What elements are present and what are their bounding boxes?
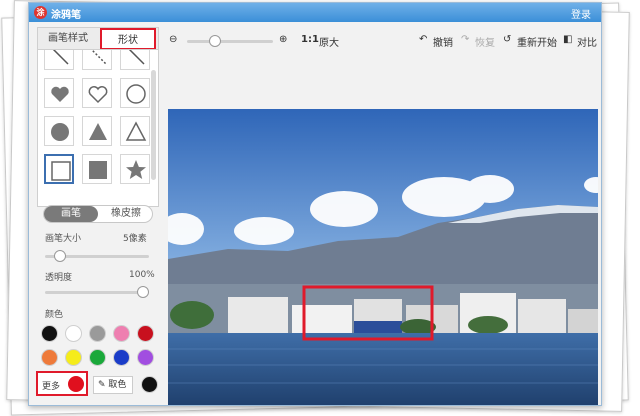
toolbar: ⊖ ⊕ 1:1 原大 ↶ 撤销 ↷ 恢复 ↺ 重新开始 ◧ 对比 [161, 22, 601, 64]
diagonal-line-icon [128, 50, 145, 65]
color-swatch[interactable] [65, 349, 82, 366]
redo-icon[interactable]: ↷ [461, 34, 469, 45]
color-label: 颜色 [45, 310, 64, 320]
color-swatch[interactable] [41, 325, 58, 342]
opacity-value: 100% [129, 270, 155, 280]
tab-shape[interactable]: 形状 [100, 28, 156, 50]
more-colors-button[interactable]: 更多 [36, 371, 88, 396]
titlebar: 涂 涂鸦笔 登录 [29, 3, 601, 22]
shape-panel [37, 49, 159, 207]
dashed-line-icon [90, 50, 107, 65]
opacity-slider-knob[interactable] [137, 286, 149, 298]
square-outline-shape-button[interactable] [44, 154, 74, 184]
eraser-mode-button[interactable]: 橡皮擦 [100, 206, 152, 222]
color-swatch[interactable] [113, 349, 130, 366]
login-link[interactable]: 登录 [571, 6, 591, 21]
restart-icon[interactable]: ↺ [503, 34, 511, 45]
opacity-label: 透明度 [45, 273, 73, 283]
color-swatch[interactable] [113, 325, 130, 342]
triangle-outline-icon [125, 121, 147, 141]
triangle-filled-icon [89, 123, 107, 140]
lake-village-photo [168, 109, 598, 405]
heart-filled-icon [51, 86, 69, 102]
circle-filled-icon [51, 123, 69, 141]
compare-button[interactable]: 对比 [577, 34, 597, 49]
brush-mode-button[interactable]: 画笔 [44, 206, 98, 222]
color-swatch[interactable] [89, 325, 106, 342]
zoom-in-icon[interactable]: ⊕ [279, 34, 287, 45]
color-picker-label: 取色 [108, 380, 127, 390]
square-filled-icon [89, 161, 107, 179]
square-outline-icon [51, 161, 71, 181]
square-filled-shape-button[interactable] [82, 154, 112, 184]
ratio-button[interactable]: 1:1 [301, 34, 319, 45]
color-swatch[interactable] [89, 349, 106, 366]
zoom-out-icon[interactable]: ⊖ [169, 34, 177, 45]
more-colors-label: 更多 [42, 382, 61, 392]
triangle-outline-shape-button[interactable] [120, 116, 150, 146]
eyedropper-icon: ✎ [98, 380, 106, 390]
mode-toggle: 画笔 橡皮擦 [43, 205, 153, 223]
app-window: 涂 涂鸦笔 登录 画笔样式 形状 画笔 橡皮擦 画笔大小 5像素 透明度 100… [28, 2, 602, 406]
brush-size-slider[interactable] [45, 250, 149, 262]
diagonal-line-shape-button[interactable] [120, 50, 150, 70]
color-picker-button[interactable]: ✎ 取色 [93, 376, 133, 394]
brush-size-slider-knob[interactable] [54, 250, 67, 262]
brush-size-label: 画笔大小 [45, 234, 82, 244]
app-logo-icon: 涂 [34, 6, 47, 19]
heart-outline-shape-button[interactable] [82, 78, 112, 108]
circle-filled-shape-button[interactable] [44, 116, 74, 146]
opacity-slider[interactable] [45, 286, 149, 298]
color-swatch[interactable] [137, 325, 154, 342]
heart-outline-icon [88, 86, 108, 104]
tab-bar: 画笔样式 形状 [37, 27, 159, 50]
original-size-button[interactable]: 原大 [319, 34, 339, 49]
zoom-slider[interactable] [187, 35, 273, 47]
heart-filled-shape-button[interactable] [44, 78, 74, 108]
redo-button[interactable]: 恢复 [475, 34, 495, 49]
restart-button[interactable]: 重新开始 [517, 34, 557, 49]
line-shape-button[interactable] [44, 50, 74, 70]
color-swatch[interactable] [41, 349, 58, 366]
scrollbar[interactable] [151, 70, 156, 180]
color-swatch[interactable] [65, 325, 82, 342]
circle-outline-shape-button[interactable] [120, 78, 150, 108]
current-color-indicator [68, 376, 84, 392]
zoom-slider-knob[interactable] [209, 35, 222, 47]
dashed-line-shape-button[interactable] [82, 50, 112, 70]
star-filled-icon [126, 160, 146, 179]
brush-size-value: 5像素 [123, 234, 147, 244]
undo-icon[interactable]: ↶ [419, 34, 427, 45]
triangle-filled-shape-button[interactable] [82, 116, 112, 146]
app-title: 涂鸦笔 [51, 10, 81, 21]
undo-button[interactable]: 撤销 [433, 34, 453, 49]
drawing-canvas[interactable] [168, 109, 598, 405]
star-filled-shape-button[interactable] [120, 154, 150, 184]
circle-outline-icon [126, 84, 146, 104]
color-swatch[interactable] [137, 349, 154, 366]
picked-color-swatch[interactable] [141, 376, 158, 393]
compare-icon[interactable]: ◧ [563, 34, 572, 45]
line-icon [52, 50, 69, 65]
tab-brush-style[interactable]: 画笔样式 [38, 28, 98, 50]
left-panel: 画笔样式 形状 画笔 橡皮擦 画笔大小 5像素 透明度 100% 颜色 更多 ✎… [36, 27, 159, 403]
